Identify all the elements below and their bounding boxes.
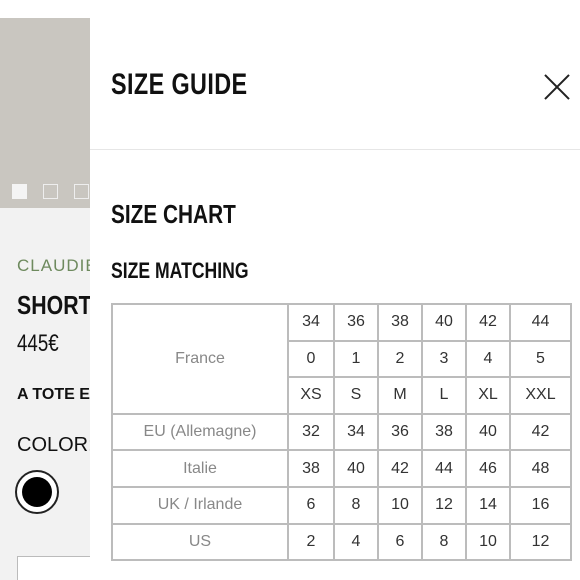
carousel-dot-1[interactable]	[12, 184, 27, 199]
color-label: COLOR:	[17, 434, 94, 456]
tote-label: A TOTE E	[17, 386, 90, 403]
table-cell: 34	[333, 412, 379, 452]
table-cell: 42	[509, 412, 572, 452]
table-cell: 40	[333, 449, 379, 488]
table-row: US 2 4 6 8 10 12	[111, 522, 572, 562]
table-cell: 6	[377, 522, 423, 562]
swatch-fill	[22, 477, 52, 507]
table-cell: 42	[465, 303, 511, 342]
row-label-france: France	[111, 303, 289, 415]
row-label-eu: EU (Allemagne)	[111, 412, 289, 452]
table-cell: 38	[421, 412, 467, 452]
carousel-dots	[12, 184, 89, 199]
product-price: 445€	[17, 330, 59, 357]
product-name: SHORT	[17, 290, 92, 320]
table-cell: 32	[287, 412, 335, 452]
table-cell: 34	[287, 303, 335, 342]
table-cell: 46	[465, 449, 511, 488]
table-cell: 10	[465, 522, 511, 562]
close-icon[interactable]	[542, 72, 572, 102]
product-brand[interactable]: CLAUDIE	[17, 256, 98, 276]
table-cell: 6	[287, 485, 335, 525]
table-cell: 3	[421, 339, 467, 379]
table-cell: S	[333, 376, 379, 415]
color-swatch-black[interactable]	[15, 470, 59, 514]
size-matching-table: France 34 36 38 40 42 44 0 1 2 3 4 5 XS …	[111, 303, 572, 562]
table-cell: 10	[377, 485, 423, 525]
table-cell: 4	[333, 522, 379, 562]
header-divider	[90, 149, 580, 150]
table-cell: L	[421, 376, 467, 415]
table-cell: 14	[465, 485, 511, 525]
table-cell: M	[377, 376, 423, 415]
table-cell: 38	[287, 449, 335, 488]
table-cell: 40	[465, 412, 511, 452]
table-cell: 2	[287, 522, 335, 562]
table-cell: 42	[377, 449, 423, 488]
table-cell: 1	[333, 339, 379, 379]
table-cell: 16	[509, 485, 572, 525]
table-cell: 38	[377, 303, 423, 342]
table-cell: 44	[509, 303, 572, 342]
table-cell: 36	[333, 303, 379, 342]
table-cell: 48	[509, 449, 572, 488]
carousel-dot-2[interactable]	[43, 184, 58, 199]
row-label-us: US	[111, 522, 289, 562]
row-label-uk: UK / Irlande	[111, 485, 289, 525]
table-cell: 44	[421, 449, 467, 488]
table-cell: 12	[421, 485, 467, 525]
table-cell: 36	[377, 412, 423, 452]
table-row: UK / Irlande 6 8 10 12 14 16	[111, 485, 572, 525]
table-cell: XXL	[509, 376, 572, 415]
table-cell: 0	[287, 339, 335, 379]
table-cell: 8	[333, 485, 379, 525]
page-top-strip	[0, 0, 100, 18]
table-cell: XS	[287, 376, 335, 415]
carousel-dot-3[interactable]	[74, 184, 89, 199]
size-chart-heading: SIZE CHART	[111, 199, 236, 229]
table-cell: 4	[465, 339, 511, 379]
row-label-italy: Italie	[111, 449, 289, 488]
table-cell: 40	[421, 303, 467, 342]
drawer-title: SIZE GUIDE	[111, 68, 248, 101]
size-matching-heading: SIZE MATCHING	[111, 258, 249, 283]
table-row: Italie 38 40 42 44 46 48	[111, 449, 572, 488]
product-image[interactable]	[0, 18, 100, 208]
table-cell: 8	[421, 522, 467, 562]
table-cell: 5	[509, 339, 572, 379]
table-row: EU (Allemagne) 32 34 36 38 40 42	[111, 412, 572, 452]
table-cell: 12	[509, 522, 572, 562]
table-cell: XL	[465, 376, 511, 415]
table-cell: 2	[377, 339, 423, 379]
size-guide-drawer: SIZE GUIDE SIZE CHART SIZE MATCHING Fran…	[90, 18, 580, 580]
table-row: France 34 36 38 40 42 44	[111, 303, 572, 415]
